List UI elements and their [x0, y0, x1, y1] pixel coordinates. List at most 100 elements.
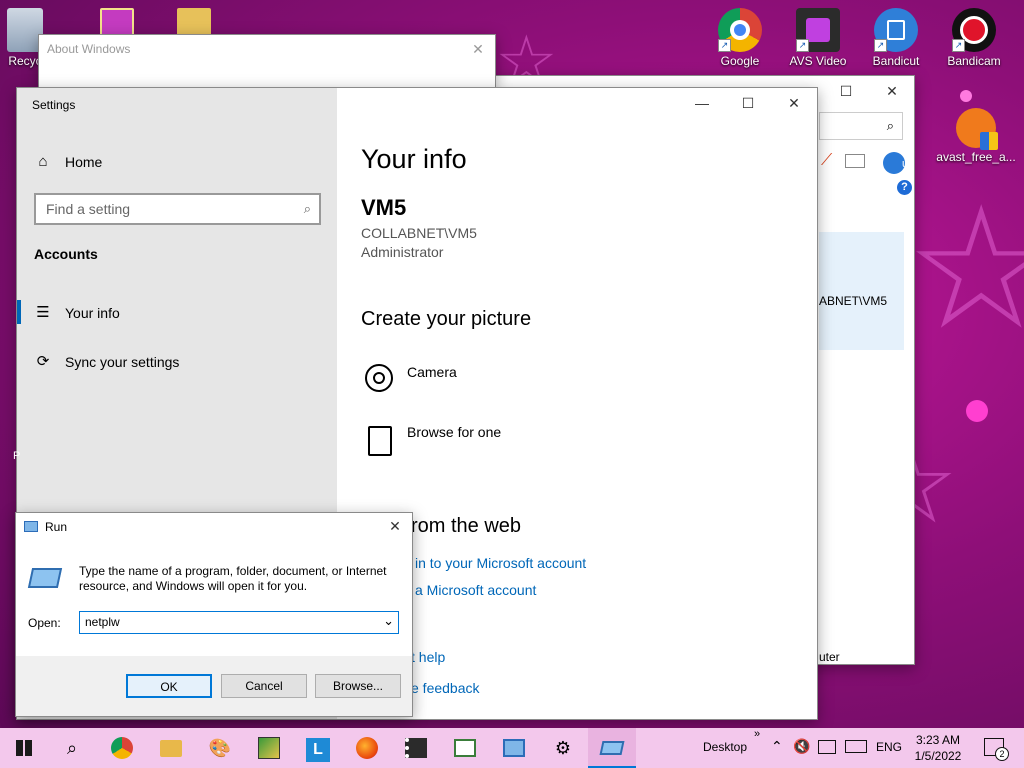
background-dot	[960, 90, 972, 102]
open-label: Open:	[28, 616, 61, 630]
windows-logo-icon	[16, 740, 32, 756]
notification-count: 2	[995, 747, 1009, 761]
clock[interactable]: 3:23 AM 1/5/2022	[908, 732, 968, 764]
desktop-icon-label: AVS Video	[789, 54, 847, 68]
taskbar-maps[interactable]	[245, 728, 293, 768]
desktop-toolbar-label[interactable]: Desktop	[703, 740, 747, 754]
gear-icon: ⚙	[554, 738, 572, 758]
desktop-icon-label: Bandicut	[872, 54, 920, 68]
cancel-button[interactable]: Cancel	[221, 674, 307, 698]
desktop-icon-bandicut[interactable]: ↗ Bandicut	[858, 8, 934, 68]
run-body: Type the name of a program, folder, docu…	[16, 541, 412, 656]
chrome-icon: ↗	[718, 8, 762, 52]
taskbar-remote-app[interactable]	[490, 728, 538, 768]
map-icon	[258, 737, 280, 759]
desktop-icon-label: Google	[720, 54, 760, 68]
window-title: Settings	[32, 98, 76, 112]
toolbar-chevron[interactable]: »	[754, 728, 760, 740]
close-button[interactable]: ✕	[771, 88, 817, 118]
create-picture-heading: Create your picture	[361, 308, 532, 330]
desktop-icon-google[interactable]: ↗ Google	[702, 8, 778, 68]
taskbar-chrome[interactable]	[98, 728, 146, 768]
taskbar-file-explorer[interactable]	[147, 728, 195, 768]
search-input[interactable]: ⌕	[819, 112, 903, 140]
run-dialog[interactable]: Run ✕ Type the name of a program, folder…	[15, 512, 413, 717]
search-button[interactable]: ⌕	[48, 728, 96, 768]
desktop-icon-avs-video[interactable]: ↗ AVS Video	[780, 8, 856, 68]
give-feedback-link[interactable]: e feedback	[411, 680, 480, 696]
taskbar-run[interactable]	[588, 728, 636, 768]
camera-option[interactable]: Camera	[361, 360, 621, 400]
browse-option[interactable]: Browse for one	[361, 420, 621, 460]
section-heading: Accounts	[34, 246, 98, 262]
search-icon: ⌕	[886, 118, 894, 133]
network-icon[interactable]	[818, 740, 836, 754]
clock-date: 1/5/2022	[914, 749, 962, 763]
close-button[interactable]: ✕	[459, 34, 497, 64]
show-hidden-icons-icon[interactable]: ⌃	[771, 738, 783, 755]
desktop-icon-label: Bandicam	[947, 54, 1001, 68]
background-star: ☆	[905, 170, 1024, 368]
nav-your-info[interactable]: ☰ Your info	[17, 293, 337, 333]
user-role: Administrator	[361, 244, 444, 260]
shortcut-arrow-icon: ↗	[718, 39, 731, 52]
shortcut-arrow-icon: ↗	[952, 39, 965, 52]
camera-icon	[365, 364, 393, 392]
desktop-icon-avast[interactable]: avast_free_a...	[936, 108, 1016, 164]
avs-video-icon: ↗	[796, 8, 840, 52]
language-indicator[interactable]: ENG	[876, 740, 902, 754]
nav-sync-label: Sync your settings	[65, 354, 180, 370]
nav-sync-settings[interactable]: ⟳ Sync your settings	[17, 342, 337, 382]
shortcut-arrow-icon: ↗	[874, 39, 887, 52]
minimize-button[interactable]: —	[679, 88, 725, 118]
user-domain: COLLABNET\VM5	[361, 225, 477, 241]
start-button[interactable]	[0, 728, 48, 768]
open-input[interactable]: netplw ⌄	[79, 611, 399, 634]
camera-label: Camera	[407, 364, 457, 380]
taskbar-window-app[interactable]	[441, 728, 489, 768]
maximize-button[interactable]: ☐	[823, 76, 869, 106]
id-card-icon[interactable]	[845, 154, 865, 168]
taskbar: ⌕ 🎨 L ⚙ Desktop » ⌃ 🔇 ENG 3:23 AM 1/5/20…	[0, 728, 1024, 768]
run-program-icon	[27, 568, 63, 588]
desktop-icon-label: Recyc	[8, 54, 42, 68]
home-icon: ⌂	[38, 153, 48, 170]
run-icon	[24, 521, 38, 532]
taskbar-firefox[interactable]	[343, 728, 391, 768]
run-description: Type the name of a program, folder, docu…	[79, 564, 387, 593]
keyboard-icon[interactable]	[845, 740, 867, 753]
nav-home[interactable]: ⌂ Home	[17, 142, 337, 182]
window-title: About Windows	[47, 42, 131, 56]
bandicut-icon: ↗	[874, 8, 918, 52]
taskbar-paint[interactable]: 🎨	[196, 728, 244, 768]
speaker-muted-icon[interactable]: 🔇	[793, 738, 810, 755]
close-button[interactable]: ✕	[869, 76, 915, 106]
chevron-down-icon[interactable]: ⌄	[383, 613, 394, 629]
microsoft-account-link[interactable]: a Microsoft account	[415, 582, 536, 598]
computer-text: uter	[819, 650, 840, 664]
chrome-icon	[111, 737, 133, 759]
about-windows-window[interactable]: About Windows ✕	[38, 34, 496, 88]
ok-button[interactable]: OK	[126, 674, 212, 698]
signin-link[interactable]: in to your Microsoft account	[415, 555, 586, 571]
close-button[interactable]: ✕	[376, 512, 414, 540]
get-help-link[interactable]: t help	[411, 649, 445, 665]
find-setting-input[interactable]: Find a setting ⌕	[34, 193, 321, 225]
taskbar-settings[interactable]: ⚙	[539, 728, 587, 768]
notifications-icon[interactable]: 2	[984, 738, 1009, 761]
letter-l-icon: L	[306, 738, 330, 762]
user-panel: ABNET\VM5	[819, 232, 904, 350]
pencil-icon[interactable]: ⟋	[821, 152, 832, 170]
taskbar-l-app[interactable]: L	[294, 728, 342, 768]
run-program-icon	[599, 741, 625, 755]
taskbar-avs-video[interactable]	[392, 728, 440, 768]
desktop-icon-bandicam[interactable]: ↗ Bandicam	[936, 8, 1012, 68]
nav-home-label: Home	[65, 154, 103, 170]
maximize-button[interactable]: ☐	[725, 88, 771, 118]
search-icon: ⌕	[66, 738, 78, 758]
file-icon	[368, 426, 392, 456]
partial-desktop-label: ux	[902, 158, 914, 170]
sync-icon: ⟳	[36, 353, 50, 370]
browse-button[interactable]: Browse...	[315, 674, 401, 698]
help-icon[interactable]: ?	[897, 180, 912, 195]
